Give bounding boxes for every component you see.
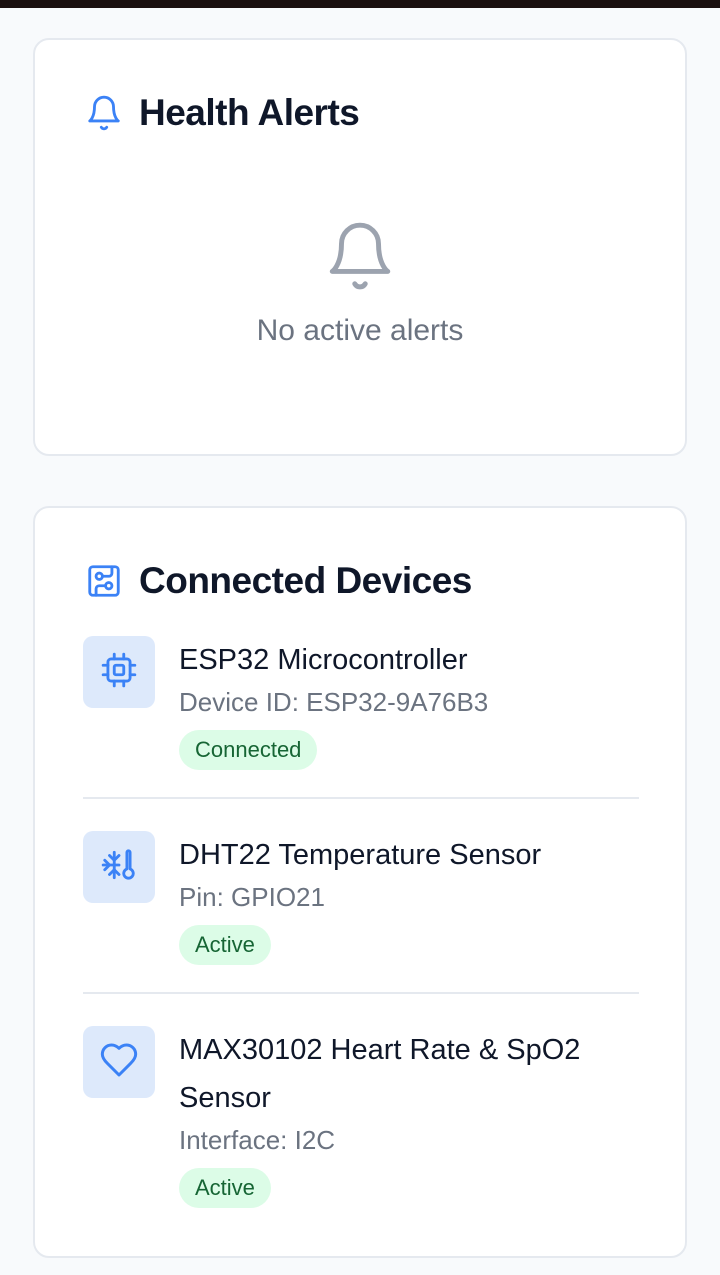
- device-info: DHT22 Temperature Sensor Pin: GPIO21 Act…: [179, 831, 639, 965]
- health-alerts-title: Health Alerts: [139, 92, 360, 133]
- device-icon-container: [83, 831, 155, 903]
- device-name: DHT22 Temperature Sensor: [179, 839, 542, 871]
- connected-devices-title: Connected Devices: [139, 560, 472, 601]
- device-detail: Pin: GPIO21: [179, 882, 325, 912]
- heart-icon: [99, 1040, 139, 1085]
- device-info: MAX30102 Heart Rate & SpO2 Sensor Interf…: [179, 1026, 639, 1208]
- status-bar: [0, 0, 720, 8]
- health-alerts-card: Health Alerts No active alerts: [33, 38, 687, 456]
- health-alerts-header: Health Alerts: [85, 92, 360, 134]
- status-badge: Active: [179, 1168, 271, 1208]
- bell-icon: [85, 94, 123, 132]
- alerts-empty-state: No active alerts: [35, 216, 685, 348]
- device-list: ESP32 Microcontroller Device ID: ESP32-9…: [83, 636, 639, 1208]
- device-name: MAX30102 Heart Rate & SpO2 Sensor: [179, 1034, 581, 1114]
- connected-devices-header: Connected Devices: [85, 560, 472, 602]
- device-name: ESP32 Microcontroller: [179, 644, 468, 676]
- no-alerts-message: No active alerts: [256, 314, 464, 347]
- status-badge: Connected: [179, 730, 318, 770]
- thermometer-snowflake-icon: [100, 846, 138, 889]
- bell-icon: [323, 216, 397, 296]
- device-detail: Interface: I2C: [179, 1125, 336, 1155]
- status-badge: Active: [179, 925, 271, 965]
- circuit-board-icon: [85, 562, 123, 600]
- device-item-dht22[interactable]: DHT22 Temperature Sensor Pin: GPIO21 Act…: [83, 799, 639, 994]
- device-icon-container: [83, 1026, 155, 1098]
- device-info: ESP32 Microcontroller Device ID: ESP32-9…: [179, 636, 639, 770]
- device-icon-container: [83, 636, 155, 708]
- device-item-esp32[interactable]: ESP32 Microcontroller Device ID: ESP32-9…: [83, 636, 639, 799]
- device-detail: Device ID: ESP32-9A76B3: [179, 687, 489, 717]
- connected-devices-card: Connected Devices ESP32 Microcontroller …: [33, 506, 687, 1258]
- cpu-chip-icon: [100, 651, 138, 694]
- device-item-max30102[interactable]: MAX30102 Heart Rate & SpO2 Sensor Interf…: [83, 994, 639, 1208]
